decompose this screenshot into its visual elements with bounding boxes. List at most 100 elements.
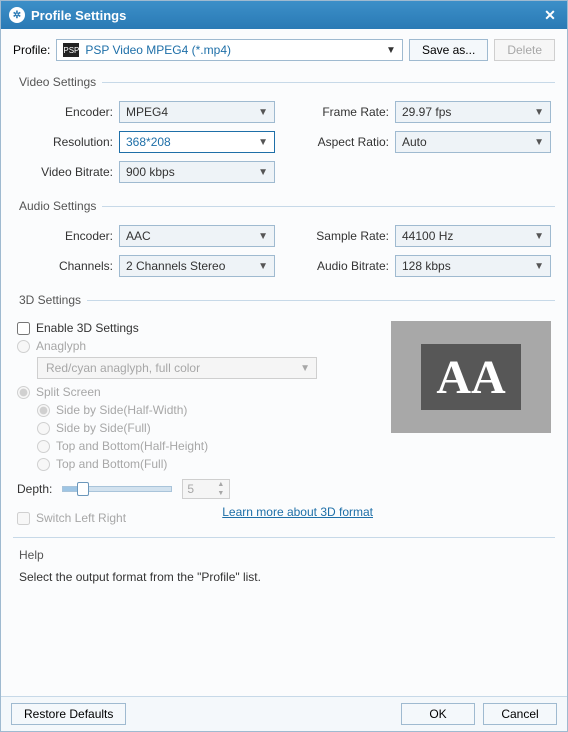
- split-screen-label: Split Screen: [36, 385, 101, 399]
- depth-slider[interactable]: [62, 486, 172, 492]
- audio-encoder-label: Encoder:: [17, 229, 113, 243]
- split-screen-row: Split Screen: [17, 385, 373, 399]
- audio-bitrate-value: 128 kbps: [402, 259, 451, 273]
- delete-button: Delete: [494, 39, 555, 61]
- chevron-down-icon: ▼: [534, 137, 544, 148]
- profile-select[interactable]: PSP PSP Video MPEG4 (*.mp4) ▼: [56, 39, 403, 61]
- tab-full-radio: [37, 458, 50, 471]
- window-title: Profile Settings: [31, 8, 541, 23]
- chevron-up-icon: ▲: [217, 481, 227, 488]
- tab-full-row: Top and Bottom(Full): [37, 457, 373, 471]
- psp-icon: PSP: [63, 43, 79, 57]
- tab-half-label: Top and Bottom(Half-Height): [56, 439, 208, 453]
- switch-lr-checkbox: [17, 512, 30, 525]
- video-settings-group: Video Settings Encoder: MPEG4 ▼ Frame Ra…: [13, 75, 555, 189]
- anaglyph-radio: [17, 340, 30, 353]
- aspect-ratio-field: Aspect Ratio: Auto ▼: [293, 131, 551, 153]
- spinner-buttons: ▲ ▼: [217, 481, 227, 497]
- tab-full-label: Top and Bottom(Full): [56, 457, 167, 471]
- sample-rate-select[interactable]: 44100 Hz ▼: [395, 225, 551, 247]
- tab-half-row: Top and Bottom(Half-Height): [37, 439, 373, 453]
- resolution-select[interactable]: 368*208 ▼: [119, 131, 275, 153]
- audio-encoder-select[interactable]: AAC ▼: [119, 225, 275, 247]
- audio-bitrate-label: Audio Bitrate:: [293, 259, 389, 273]
- channels-label: Channels:: [17, 259, 113, 273]
- save-as-button[interactable]: Save as...: [409, 39, 488, 61]
- frame-rate-label: Frame Rate:: [293, 105, 389, 119]
- audio-bitrate-select[interactable]: 128 kbps ▼: [395, 255, 551, 277]
- ok-button[interactable]: OK: [401, 703, 475, 725]
- anaglyph-label: Anaglyph: [36, 339, 86, 353]
- depth-label: Depth:: [17, 482, 52, 496]
- sbs-half-radio: [37, 404, 50, 417]
- enable-3d-row: Enable 3D Settings: [17, 321, 373, 335]
- learn-3d-link[interactable]: Learn more about 3D format: [222, 505, 373, 525]
- preview-text: AA: [421, 344, 521, 410]
- video-bitrate-value: 900 kbps: [126, 165, 175, 179]
- chevron-down-icon: ▼: [534, 261, 544, 272]
- anaglyph-row: Anaglyph: [17, 339, 373, 353]
- sbs-half-label: Side by Side(Half-Width): [56, 403, 187, 417]
- titlebar: ✲ Profile Settings ✕: [1, 1, 567, 29]
- restore-defaults-button[interactable]: Restore Defaults: [11, 703, 126, 725]
- depth-spinner: 5 ▲ ▼: [182, 479, 230, 499]
- split-screen-radio: [17, 386, 30, 399]
- threed-settings-group: 3D Settings Enable 3D Settings Anaglyph …: [13, 293, 555, 527]
- threed-preview: AA: [391, 321, 551, 433]
- help-text: Select the output format from the "Profi…: [13, 570, 555, 584]
- slider-knob[interactable]: [77, 482, 89, 496]
- chevron-down-icon: ▼: [258, 167, 268, 178]
- help-group: Help Select the output format from the "…: [13, 537, 555, 584]
- chevron-down-icon: ▼: [300, 363, 310, 374]
- switch-lr-label: Switch Left Right: [36, 511, 126, 525]
- anaglyph-select: Red/cyan anaglyph, full color ▼: [37, 357, 317, 379]
- aspect-ratio-select[interactable]: Auto ▼: [395, 131, 551, 153]
- content-area: Profile: PSP PSP Video MPEG4 (*.mp4) ▼ S…: [1, 29, 567, 696]
- encoder-field: Encoder: MPEG4 ▼: [17, 101, 275, 123]
- switch-lr-row: Switch Left Right: [17, 511, 126, 525]
- audio-settings-group: Audio Settings Encoder: AAC ▼ Sample Rat…: [13, 199, 555, 283]
- enable-3d-label: Enable 3D Settings: [36, 321, 139, 335]
- tab-half-radio: [37, 440, 50, 453]
- audio-settings-legend: Audio Settings: [13, 199, 102, 213]
- close-icon[interactable]: ✕: [541, 6, 559, 24]
- sample-rate-field: Sample Rate: 44100 Hz ▼: [293, 225, 551, 247]
- threed-settings-legend: 3D Settings: [13, 293, 87, 307]
- chevron-down-icon: ▼: [258, 107, 268, 118]
- aspect-ratio-value: Auto: [402, 135, 427, 149]
- sample-rate-value: 44100 Hz: [402, 229, 453, 243]
- channels-select[interactable]: 2 Channels Stereo ▼: [119, 255, 275, 277]
- resolution-field: Resolution: 368*208 ▼: [17, 131, 275, 153]
- chevron-down-icon: ▼: [258, 261, 268, 272]
- app-icon: ✲: [9, 7, 25, 23]
- enable-3d-checkbox[interactable]: [17, 322, 30, 335]
- chevron-down-icon: ▼: [258, 137, 268, 148]
- audio-encoder-value: AAC: [126, 229, 151, 243]
- chevron-down-icon: ▼: [534, 231, 544, 242]
- video-encoder-select[interactable]: MPEG4 ▼: [119, 101, 275, 123]
- frame-rate-select[interactable]: 29.97 fps ▼: [395, 101, 551, 123]
- cancel-button[interactable]: Cancel: [483, 703, 557, 725]
- audio-bitrate-field: Audio Bitrate: 128 kbps ▼: [293, 255, 551, 277]
- depth-row: Depth: 5 ▲ ▼: [17, 479, 373, 499]
- frame-rate-value: 29.97 fps: [402, 105, 451, 119]
- resolution-value: 368*208: [126, 135, 171, 149]
- profile-label: Profile:: [13, 43, 50, 57]
- sbs-full-radio: [37, 422, 50, 435]
- sbs-half-row: Side by Side(Half-Width): [37, 403, 373, 417]
- profile-row: Profile: PSP PSP Video MPEG4 (*.mp4) ▼ S…: [13, 39, 555, 61]
- audio-encoder-field: Encoder: AAC ▼: [17, 225, 275, 247]
- video-settings-legend: Video Settings: [13, 75, 102, 89]
- help-legend: Help: [19, 548, 555, 562]
- encoder-label: Encoder:: [17, 105, 113, 119]
- video-bitrate-select[interactable]: 900 kbps ▼: [119, 161, 275, 183]
- anaglyph-value: Red/cyan anaglyph, full color: [46, 361, 200, 375]
- footer: Restore Defaults OK Cancel: [1, 696, 567, 731]
- video-bitrate-field: Video Bitrate: 900 kbps ▼: [17, 161, 275, 183]
- depth-value: 5: [187, 482, 194, 496]
- resolution-label: Resolution:: [17, 135, 113, 149]
- channels-value: 2 Channels Stereo: [126, 259, 225, 273]
- chevron-down-icon: ▼: [386, 45, 396, 56]
- channels-field: Channels: 2 Channels Stereo ▼: [17, 255, 275, 277]
- aspect-ratio-label: Aspect Ratio:: [293, 135, 389, 149]
